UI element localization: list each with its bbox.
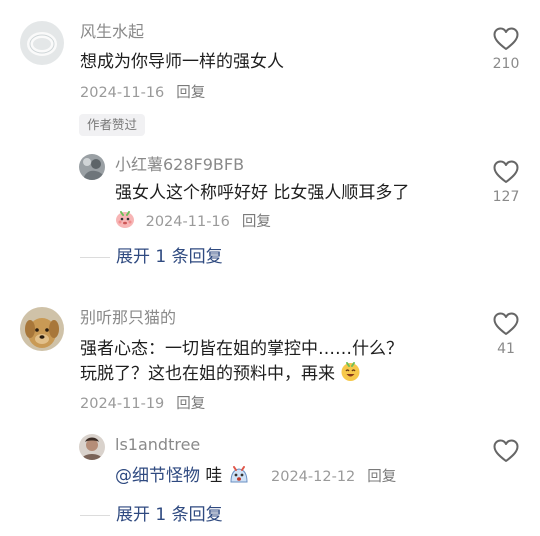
reply-button[interactable]: 回复 (176, 85, 205, 101)
expand-replies-button[interactable]: 展开 1 条回复 (80, 504, 223, 526)
gray-silhouette-avatar-icon (79, 154, 105, 180)
grinning-face-emoji-icon (340, 361, 361, 391)
reply-date: 2024-12-12 (271, 469, 356, 485)
reply-meta: 2024-12-12 回复 (271, 467, 396, 487)
reply-text-container: @细节怪物 哇 (115, 462, 250, 493)
comment-date: 2024-11-19 (80, 396, 165, 412)
comment-username[interactable]: 别听那只猫的 (80, 308, 176, 328)
divider (80, 256, 110, 258)
reply-username[interactable]: ls1andtree (115, 435, 200, 455)
shy-pink-face-emoji-icon (115, 209, 135, 235)
like-button[interactable]: 41 (486, 312, 526, 358)
heart-icon[interactable] (493, 160, 519, 184)
reply-button[interactable]: 回复 (176, 396, 205, 412)
divider (80, 514, 110, 516)
heart-icon[interactable] (493, 439, 519, 463)
like-count: 41 (497, 341, 515, 357)
white-ring-avatar-icon (20, 21, 64, 65)
expand-replies-button[interactable]: 展开 1 条回复 (80, 246, 223, 268)
mention-link[interactable]: @细节怪物 (115, 466, 200, 486)
like-button[interactable]: 210 (486, 27, 526, 73)
reply-meta: 2024-11-16 回复 (115, 209, 271, 235)
comment-meta: 2024-11-19 回复 (80, 394, 205, 414)
avatar[interactable] (79, 434, 105, 460)
comment-username[interactable]: 风生水起 (80, 22, 144, 42)
reply-text: 哇 (200, 466, 223, 486)
comment-text-line2: 玩脱了？这也在姐的预料中，再来 (80, 364, 335, 384)
comment-text: 想成为你导师一样的强女人 (80, 52, 284, 72)
expand-replies-label[interactable]: 展开 1 条回复 (116, 504, 223, 526)
reply-username[interactable]: 小红薯628F9BFB (115, 155, 244, 175)
heart-icon[interactable] (493, 27, 519, 51)
reply-button[interactable]: 回复 (242, 214, 271, 230)
comment-date: 2024-11-16 (80, 85, 165, 101)
avatar[interactable] (79, 154, 105, 180)
like-count: 127 (492, 189, 520, 205)
expand-replies-label[interactable]: 展开 1 条回复 (116, 246, 223, 268)
author-liked-badge: 作者赞过 (79, 114, 146, 136)
like-button[interactable]: 127 (486, 160, 526, 206)
comment-text-line2-container: 玩脱了？这也在姐的预料中，再来 (80, 360, 361, 391)
wow-face-emoji-icon (228, 464, 250, 493)
reply-button[interactable]: 回复 (367, 469, 396, 485)
heart-icon[interactable] (493, 312, 519, 336)
golden-puppy-avatar-icon (20, 307, 64, 351)
person-photo-avatar-icon (79, 434, 105, 460)
avatar[interactable] (20, 307, 64, 351)
like-button[interactable] (486, 439, 526, 463)
like-count: 210 (492, 56, 520, 72)
comment-meta: 2024-11-16 回复 (80, 83, 205, 103)
comment-text-line1: 强者心态：一切皆在姐的掌控中……什么？ (80, 339, 403, 359)
reply-text: 强女人这个称呼好好 比女强人顺耳多了 (115, 183, 410, 203)
reply-date: 2024-11-16 (145, 214, 230, 230)
avatar[interactable] (20, 21, 64, 65)
